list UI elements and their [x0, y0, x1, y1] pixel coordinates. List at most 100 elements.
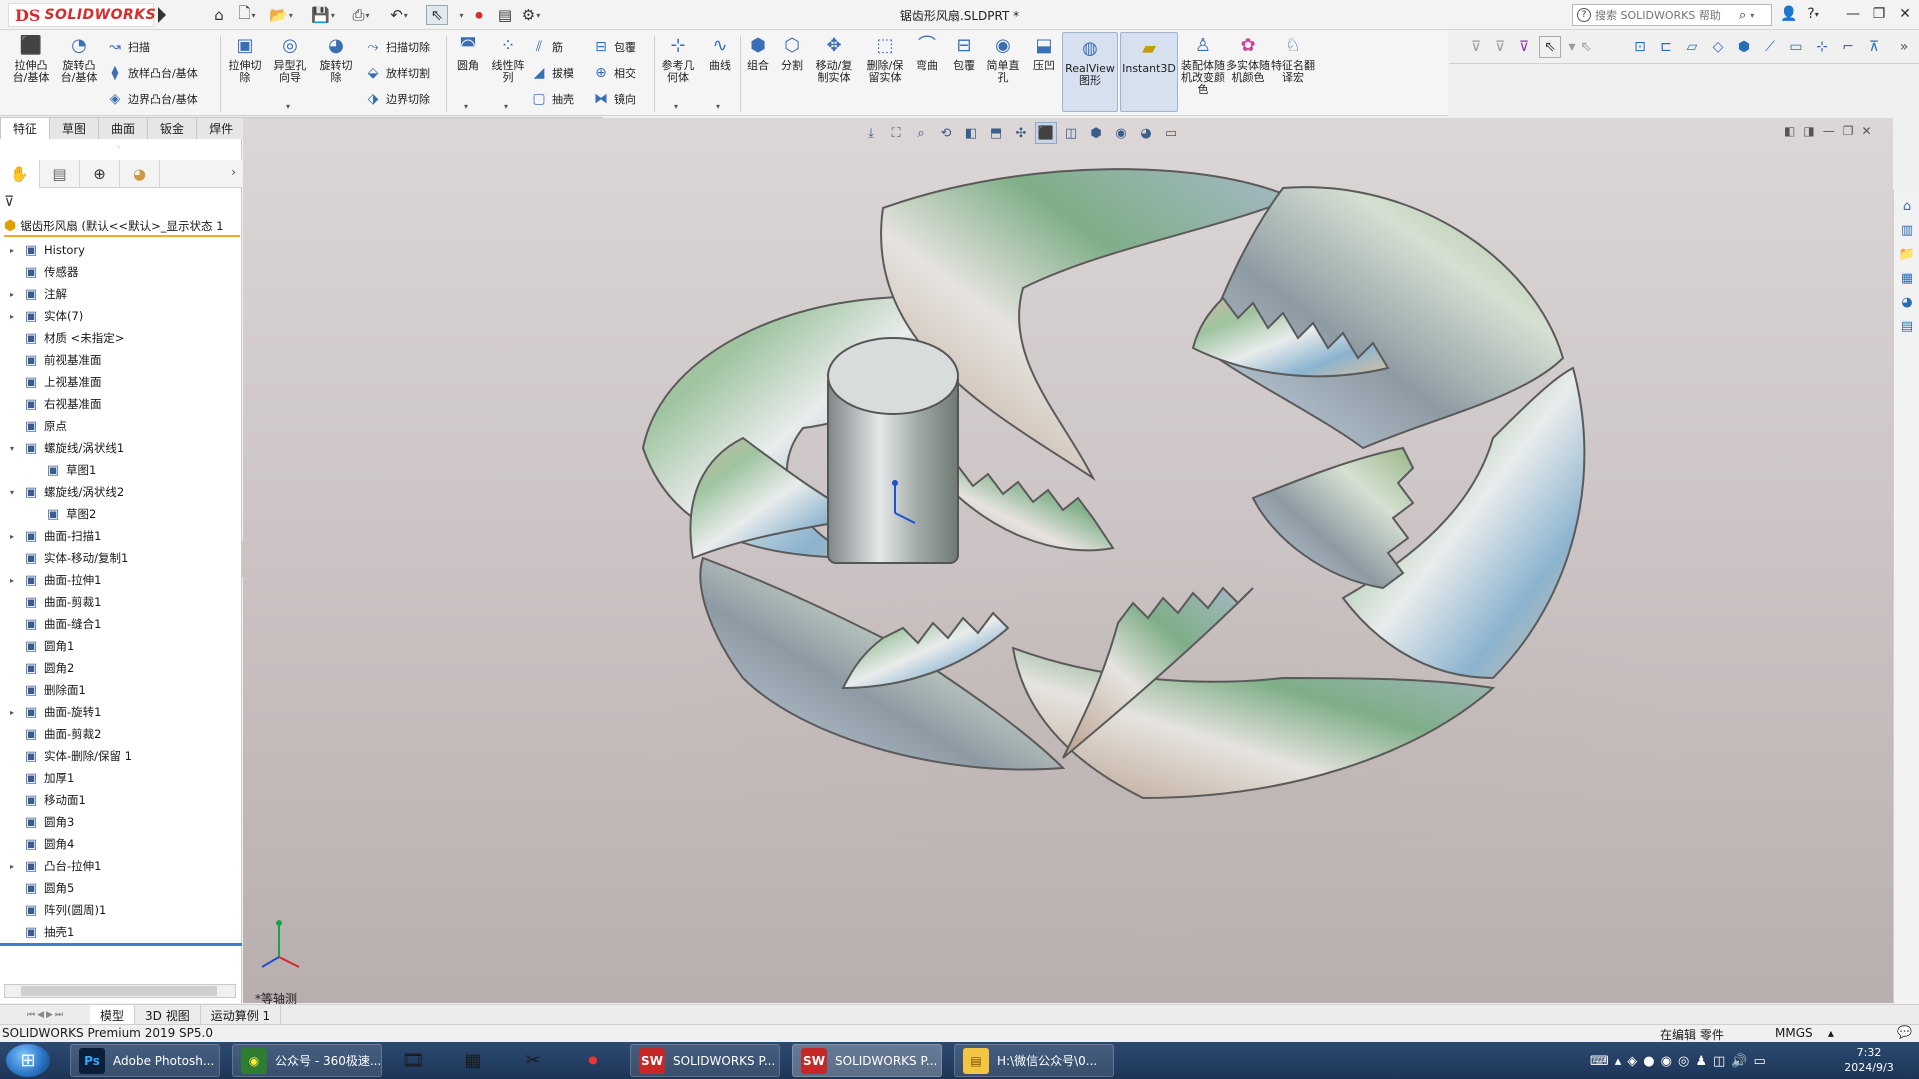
feature-tree-item[interactable]: ▣ 上视基准面: [0, 371, 242, 393]
solidworks-resources-icon[interactable]: ⌂: [1897, 196, 1917, 216]
revolve-boss-button[interactable]: ◔ 旋转凸台/基体: [56, 34, 102, 84]
taskbar-window-button[interactable]: ▤ H:\微信公众号\0...: [954, 1044, 1114, 1077]
filter-solid-bodies-icon[interactable]: ⬢: [1733, 36, 1755, 58]
reference-geometry-dropdown-icon[interactable]: ▾: [674, 102, 678, 111]
custom-properties-icon[interactable]: ▤: [1897, 316, 1917, 336]
rib-button[interactable]: ⫽ 筋: [530, 36, 563, 58]
feature-tree-item[interactable]: ▣ 抽壳1: [0, 921, 242, 943]
tree-expand-toggle[interactable]: ▸: [6, 246, 18, 255]
feature-tree-item[interactable]: ▸ ▣ 实体(7): [0, 305, 242, 327]
help-search-input[interactable]: [1595, 8, 1735, 22]
undo-icon[interactable]: ↶ ▾: [388, 5, 410, 25]
filter-axes-icon[interactable]: ⟋: [1759, 36, 1781, 58]
feature-tree-item[interactable]: ▸ ▣ History: [0, 239, 242, 261]
taskbar-record-icon[interactable]: ⏺: [566, 1044, 620, 1077]
command-tab[interactable]: 焊件: [196, 117, 247, 139]
tray-qq-icon[interactable]: ♟: [1695, 1054, 1707, 1069]
flex-button[interactable]: ⌒ 弯曲: [912, 34, 942, 72]
manager-tabs-more-icon[interactable]: ›: [231, 165, 236, 179]
configuration-manager-tab-icon[interactable]: ⊕: [80, 160, 120, 188]
tree-horizontal-scrollbar[interactable]: [4, 984, 236, 998]
apply-scene-icon[interactable]: ◉: [1110, 122, 1132, 144]
help-menu-icon[interactable]: ? ▾: [1802, 4, 1824, 24]
assembly-random-color-button[interactable]: ♙ 装配体随机改变颜色: [1180, 34, 1226, 96]
zoom-to-area-icon[interactable]: ⌕: [910, 122, 932, 144]
tree-expand-toggle[interactable]: ▸: [6, 290, 18, 299]
save-icon[interactable]: 💾 ▾: [311, 5, 335, 25]
feature-tree-item[interactable]: ▣ 加厚1: [0, 767, 242, 789]
command-tab[interactable]: 草图: [49, 117, 100, 139]
restore-window-icon[interactable]: ❐: [1868, 4, 1890, 24]
filter-vertices-icon[interactable]: ⊡: [1629, 36, 1651, 58]
tray-360-icon[interactable]: ◎: [1678, 1054, 1689, 1069]
feature-tree-item[interactable]: ▾ ▣ 螺旋线/涡状线1: [0, 437, 242, 459]
wrap-button[interactable]: ⊟ 包覆: [592, 36, 636, 58]
feature-tree-item[interactable]: ▸ ▣ 凸台-拉伸1: [0, 855, 242, 877]
feature-tree-item[interactable]: ▸ ▣ 曲面-旋转1: [0, 701, 242, 723]
filter-sketch-points-icon[interactable]: ⊹: [1811, 36, 1833, 58]
tray-action-center-icon[interactable]: ▭: [1753, 1054, 1765, 1069]
display-manager-tab-icon[interactable]: ◕: [120, 160, 160, 188]
tray-color-icon[interactable]: ◈: [1627, 1054, 1637, 1069]
feature-tree-item[interactable]: ▣ 删除面1: [0, 679, 242, 701]
graphics-area[interactable]: [243, 118, 1893, 1003]
tree-expand-toggle[interactable]: ▸: [6, 862, 18, 871]
tab-scroll-buttons[interactable]: ⏮ ◀ ▶ ⏭: [0, 1005, 90, 1025]
swept-cut-button[interactable]: ⤳ 扫描切除: [364, 36, 430, 58]
close-window-icon[interactable]: ✕: [1894, 4, 1916, 24]
design-library-icon[interactable]: ▥: [1897, 220, 1917, 240]
viewport-minimize-icon[interactable]: —: [1823, 124, 1835, 138]
file-explorer-icon[interactable]: 📁: [1897, 244, 1917, 264]
fillet-button[interactable]: ◚ 圆角: [450, 34, 486, 72]
tree-expand-toggle[interactable]: ▸: [6, 312, 18, 321]
file-properties-icon[interactable]: ▤: [494, 5, 516, 25]
display-style-icon[interactable]: ⬛: [1035, 122, 1057, 144]
home-icon[interactable]: ⌂: [208, 5, 230, 25]
filter-planes-icon[interactable]: ▭: [1785, 36, 1807, 58]
appearances-icon[interactable]: ◕: [1897, 292, 1917, 312]
tray-wechat-icon[interactable]: ●: [1643, 1054, 1654, 1069]
command-tab[interactable]: 钣金: [147, 117, 198, 139]
fan-model-render[interactable]: [243, 118, 1893, 1003]
filter-surface-bodies-icon[interactable]: ◇: [1707, 36, 1729, 58]
tree-expand-toggle[interactable]: ▾: [6, 444, 18, 453]
zoom-to-fit-icon[interactable]: ⛶: [885, 122, 907, 144]
bottom-tab[interactable]: 运动算例 1: [201, 1005, 282, 1025]
lofted-cut-button[interactable]: ⬙ 放样切割: [364, 62, 430, 84]
shell-button[interactable]: ▢ 抽壳: [530, 88, 574, 110]
scrollbar-thumb[interactable]: [21, 986, 217, 996]
viewport-pane-right-icon[interactable]: ◨: [1803, 124, 1814, 138]
view-palette-icon[interactable]: ▦: [1897, 268, 1917, 288]
revolve-cut-button[interactable]: ◕ 旋转切除: [316, 34, 356, 84]
delete-keep-body-button[interactable]: ⬚ 删除/保留实体: [862, 34, 908, 84]
feature-tree-item[interactable]: ▣ 草图2: [0, 503, 242, 525]
feature-tree-item[interactable]: ▸ ▣ 曲面-扫描1: [0, 525, 242, 547]
user-account-icon[interactable]: 👤: [1778, 4, 1800, 24]
feature-name-translate-button[interactable]: ♘ 特征名翻译宏: [1270, 34, 1316, 84]
linear-pattern-button[interactable]: ⁘ 线性阵列: [488, 34, 528, 84]
command-tab[interactable]: 曲面: [98, 117, 149, 139]
hole-wizard-dropdown-icon[interactable]: ▾: [286, 102, 290, 111]
section-view-icon[interactable]: ◧: [960, 122, 982, 144]
options-gear-icon[interactable]: ⚙ ▾: [520, 5, 542, 25]
filter-clear-icon[interactable]: ⊽: [1489, 36, 1511, 58]
multibody-random-color-button[interactable]: ✿ 多实体随机颜色: [1226, 34, 1270, 84]
curves-button[interactable]: ∿ 曲线: [704, 34, 736, 72]
command-tab[interactable]: 特征: [0, 117, 51, 139]
help-search-box[interactable]: ? ⌕ ▾: [1572, 4, 1772, 26]
extrude-cut-button[interactable]: ▣ 拉伸切除: [226, 34, 264, 84]
boundary-cut-button[interactable]: ⬗ 边界切除: [364, 88, 430, 110]
intersect-button[interactable]: ⊕ 相交: [592, 62, 636, 84]
bottom-tab[interactable]: 模型: [90, 1005, 136, 1025]
tree-expand-toggle[interactable]: ▸: [6, 532, 18, 541]
open-folder-icon[interactable]: 📂 ▾: [269, 5, 293, 25]
tab-last-icon[interactable]: ⏭: [55, 1010, 63, 1020]
taskbar-window-button[interactable]: ◉ 公众号 - 360极速...: [232, 1044, 382, 1077]
display-pane-icon[interactable]: ▭: [1160, 122, 1182, 144]
combine-button[interactable]: ⬢ 组合: [742, 34, 774, 72]
select-arrow-icon[interactable]: ⇖: [426, 5, 448, 25]
taskbar-app-icon[interactable]: ✂: [506, 1044, 560, 1077]
boundary-boss-button[interactable]: ◈ 边界凸台/基体: [106, 88, 198, 110]
reference-geometry-button[interactable]: ⊹ 参考几何体: [658, 34, 698, 84]
feature-tree-item[interactable]: ▣ 曲面-缝合1: [0, 613, 242, 635]
